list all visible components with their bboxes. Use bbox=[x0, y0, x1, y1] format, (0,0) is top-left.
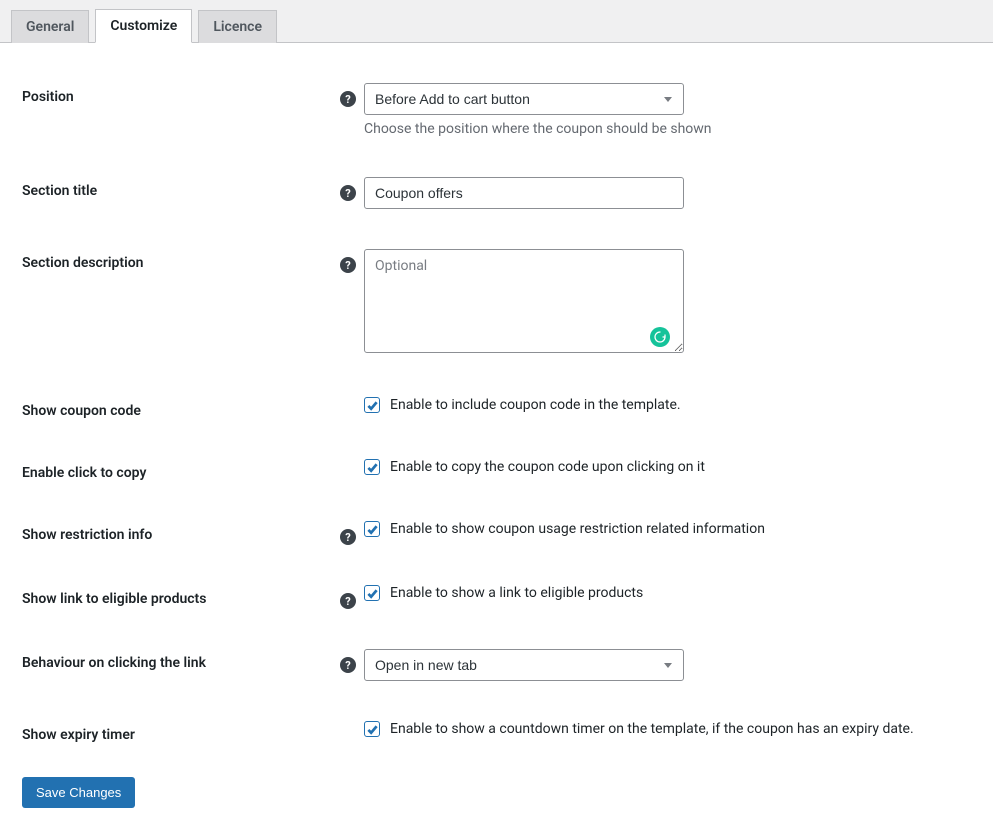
checkbox-row: Enable to show coupon usage restriction … bbox=[364, 521, 971, 537]
select-behaviour-link[interactable]: Open in new tab bbox=[364, 649, 684, 681]
checkbox-restriction-info[interactable] bbox=[364, 521, 380, 537]
label-section-description: Section description bbox=[22, 249, 340, 271]
help-col: ? bbox=[340, 83, 364, 107]
checkbox-row: Enable to show a link to eligible produc… bbox=[364, 585, 971, 601]
grammarly-icon[interactable] bbox=[650, 327, 670, 347]
row-expiry-timer: Show expiry timer Enable to show a count… bbox=[22, 701, 971, 763]
help-col: ? bbox=[340, 585, 364, 609]
field-section-description bbox=[364, 249, 971, 357]
field-restriction-info: Enable to show coupon usage restriction … bbox=[364, 521, 971, 537]
tab-general[interactable]: General bbox=[11, 10, 89, 43]
desc-position: Choose the position where the coupon sho… bbox=[364, 121, 971, 137]
select-wrap-position: Before Add to cart button bbox=[364, 83, 684, 115]
field-behaviour-link: Open in new tab bbox=[364, 649, 971, 681]
help-icon[interactable]: ? bbox=[340, 185, 356, 201]
row-section-title: Section title ? bbox=[22, 157, 971, 229]
row-link-eligible: Show link to eligible products ? Enable … bbox=[22, 565, 971, 629]
desc-expiry-timer: Enable to show a countdown timer on the … bbox=[390, 721, 914, 737]
checkbox-row: Enable to show a countdown timer on the … bbox=[364, 721, 971, 737]
checkbox-click-to-copy[interactable] bbox=[364, 459, 380, 475]
help-icon[interactable]: ? bbox=[340, 657, 356, 673]
label-expiry-timer: Show expiry timer bbox=[22, 721, 340, 743]
help-icon[interactable]: ? bbox=[340, 91, 356, 107]
row-behaviour-link: Behaviour on clicking the link ? Open in… bbox=[22, 629, 971, 701]
textarea-section-description[interactable] bbox=[364, 249, 684, 353]
label-restriction-info: Show restriction info bbox=[22, 521, 340, 543]
select-wrap-behaviour: Open in new tab bbox=[364, 649, 684, 681]
row-restriction-info: Show restriction info ? Enable to show c… bbox=[22, 501, 971, 565]
checkbox-link-eligible[interactable] bbox=[364, 585, 380, 601]
label-link-eligible: Show link to eligible products bbox=[22, 585, 340, 607]
label-show-coupon-code: Show coupon code bbox=[22, 397, 340, 419]
tab-bar: General Customize Licence bbox=[0, 0, 993, 43]
desc-click-to-copy: Enable to copy the coupon code upon clic… bbox=[390, 459, 705, 475]
checkbox-row: Enable to include coupon code in the tem… bbox=[364, 397, 971, 413]
field-section-title bbox=[364, 177, 971, 209]
select-position[interactable]: Before Add to cart button bbox=[364, 83, 684, 115]
save-row: Save Changes bbox=[22, 763, 971, 808]
desc-link-eligible: Enable to show a link to eligible produc… bbox=[390, 585, 643, 601]
label-click-to-copy: Enable click to copy bbox=[22, 459, 340, 481]
save-button[interactable]: Save Changes bbox=[22, 777, 135, 808]
label-behaviour-link: Behaviour on clicking the link bbox=[22, 649, 340, 671]
textarea-wrap bbox=[364, 249, 684, 357]
row-section-description: Section description ? bbox=[22, 229, 971, 377]
tab-licence[interactable]: Licence bbox=[198, 10, 277, 43]
input-section-title[interactable] bbox=[364, 177, 684, 209]
desc-restriction-info: Enable to show coupon usage restriction … bbox=[390, 521, 765, 537]
help-icon[interactable]: ? bbox=[340, 257, 356, 273]
tab-customize[interactable]: Customize bbox=[95, 9, 192, 43]
field-show-coupon-code: Enable to include coupon code in the tem… bbox=[364, 397, 971, 413]
help-icon[interactable]: ? bbox=[340, 593, 356, 609]
desc-show-coupon-code: Enable to include coupon code in the tem… bbox=[390, 397, 681, 413]
field-expiry-timer: Enable to show a countdown timer on the … bbox=[364, 721, 971, 737]
label-section-title: Section title bbox=[22, 177, 340, 199]
help-icon[interactable]: ? bbox=[340, 529, 356, 545]
help-col-empty bbox=[340, 721, 364, 729]
label-position: Position bbox=[22, 83, 340, 105]
checkbox-expiry-timer[interactable] bbox=[364, 721, 380, 737]
help-col: ? bbox=[340, 177, 364, 201]
row-position: Position ? Before Add to cart button Cho… bbox=[22, 63, 971, 157]
field-link-eligible: Enable to show a link to eligible produc… bbox=[364, 585, 971, 601]
row-click-to-copy: Enable click to copy Enable to copy the … bbox=[22, 439, 971, 501]
help-col-empty bbox=[340, 397, 364, 405]
checkbox-row: Enable to copy the coupon code upon clic… bbox=[364, 459, 971, 475]
checkbox-show-coupon-code[interactable] bbox=[364, 397, 380, 413]
help-col: ? bbox=[340, 649, 364, 673]
row-show-coupon-code: Show coupon code Enable to include coupo… bbox=[22, 377, 971, 439]
field-position: Before Add to cart button Choose the pos… bbox=[364, 83, 971, 137]
field-click-to-copy: Enable to copy the coupon code upon clic… bbox=[364, 459, 971, 475]
help-col: ? bbox=[340, 249, 364, 273]
help-col-empty bbox=[340, 459, 364, 467]
help-col: ? bbox=[340, 521, 364, 545]
content-panel: Position ? Before Add to cart button Cho… bbox=[0, 43, 993, 838]
